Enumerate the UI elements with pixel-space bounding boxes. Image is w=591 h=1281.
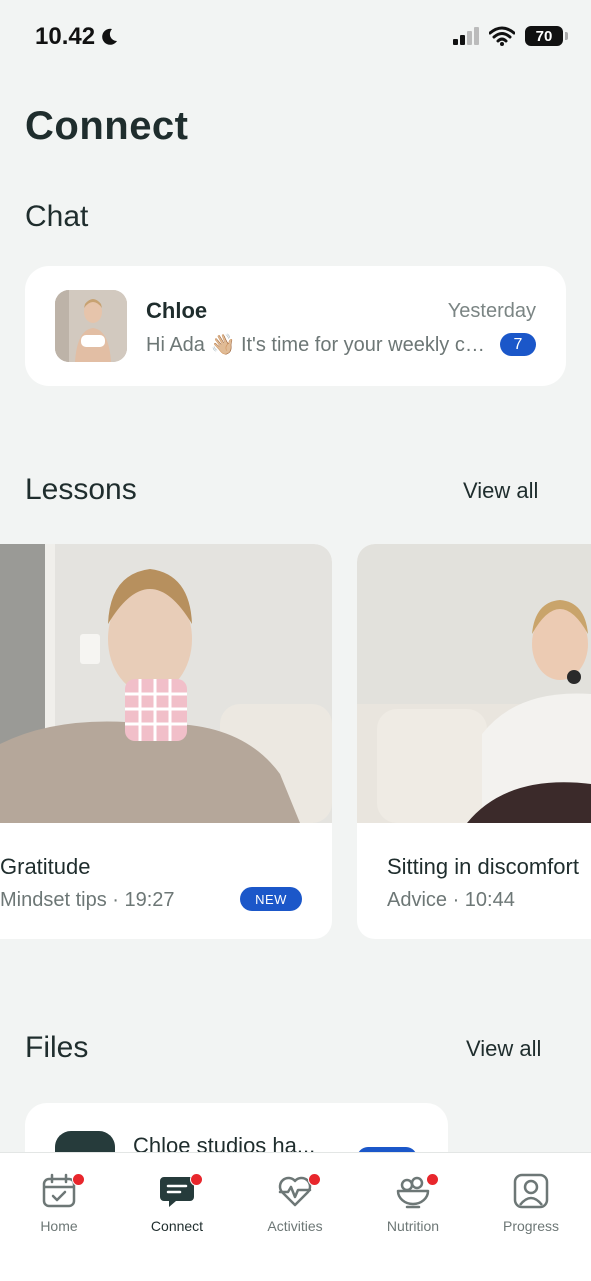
- user-profile-icon: [513, 1173, 549, 1209]
- unread-count-badge: 7: [500, 333, 536, 356]
- lesson-card-gratitude[interactable]: Gratitude Mindset tips · 19:27 NEW: [0, 544, 332, 939]
- lesson-card-sitting-in-discomfort[interactable]: Sitting in discomfort Advice · 10:44: [357, 544, 591, 939]
- moon-icon: [102, 28, 118, 45]
- lesson-meta: Advice · 10:44: [387, 889, 515, 911]
- tab-nutrition[interactable]: Nutrition: [354, 1153, 472, 1253]
- tab-label: Home: [40, 1218, 78, 1234]
- lesson-thumbnail: [357, 544, 591, 823]
- bottom-tab-bar: Home Connect Activities Nutrition Progre…: [0, 1152, 591, 1281]
- tab-activities[interactable]: Activities: [236, 1153, 354, 1253]
- chat-message-preview: Hi Ada 👋🏼 It's time for your weekly chec…: [146, 334, 486, 356]
- tab-progress[interactable]: Progress: [472, 1153, 590, 1253]
- tab-home[interactable]: Home: [0, 1153, 118, 1253]
- battery-level: 70: [535, 27, 553, 45]
- tab-connect[interactable]: Connect: [118, 1153, 236, 1253]
- status-indicators: 70: [453, 26, 568, 46]
- chat-card[interactable]: Chloe Yesterday Hi Ada 👋🏼 It's time for …: [25, 266, 566, 386]
- new-badge: NEW: [240, 887, 302, 911]
- tab-label: Activities: [267, 1218, 323, 1234]
- status-time-text: 10.42: [35, 23, 96, 50]
- cellular-signal-icon: [453, 27, 479, 45]
- notification-dot: [72, 1173, 85, 1186]
- lesson-meta: Mindset tips · 19:27: [0, 889, 175, 911]
- status-time: 10.42: [35, 23, 119, 51]
- tab-label: Nutrition: [386, 1218, 440, 1234]
- notification-dot: [190, 1173, 203, 1186]
- avatar: [55, 290, 127, 362]
- lessons-heading: Lessons: [25, 473, 137, 506]
- files-heading: Files: [25, 1031, 89, 1064]
- notification-dot: [426, 1173, 439, 1186]
- tab-label: Progress: [502, 1218, 560, 1234]
- notification-dot: [308, 1173, 321, 1186]
- lesson-title: Gratitude: [0, 854, 91, 879]
- chat-contact-name: Chloe: [146, 298, 208, 323]
- battery-icon: 70: [525, 26, 568, 46]
- chat-heading: Chat: [25, 200, 89, 233]
- lesson-thumbnail: [0, 544, 332, 823]
- lesson-title: Sitting in discomfort: [387, 854, 579, 879]
- chat-timestamp: Yesterday: [447, 300, 536, 322]
- avatar-photo: [55, 290, 127, 362]
- tab-label: Connect: [150, 1218, 204, 1234]
- page-title: Connect: [25, 104, 189, 148]
- wifi-icon: [489, 26, 515, 46]
- lessons-view-all-link[interactable]: View all: [463, 478, 538, 504]
- files-view-all-link[interactable]: View all: [466, 1036, 541, 1062]
- status-bar: 10.42 70: [0, 0, 591, 76]
